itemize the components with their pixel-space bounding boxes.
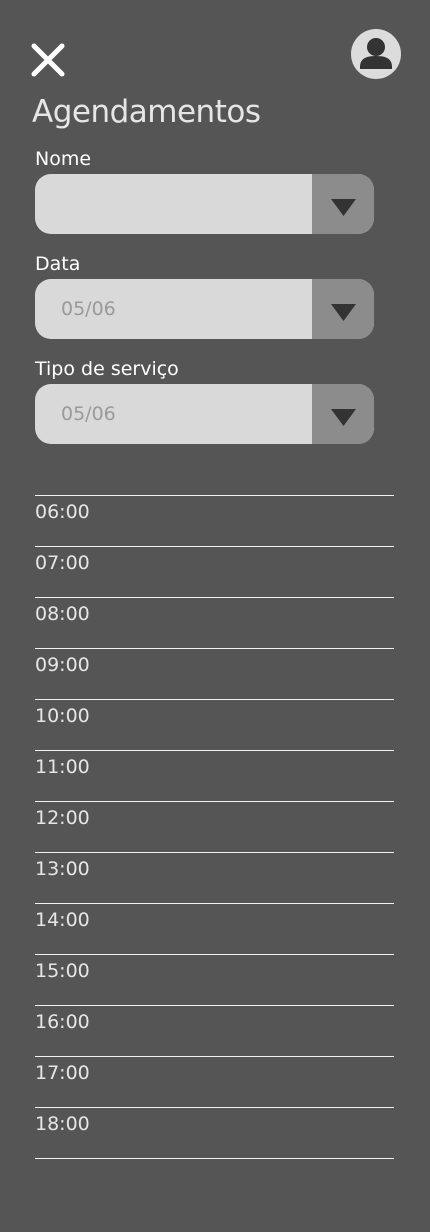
name-label: Nome [35, 148, 92, 170]
dropdown-arrow-icon [331, 409, 356, 426]
schedule-grid: 06:00 07:00 08:00 09:00 10:00 11:00 12:0… [35, 495, 394, 1159]
page-title: Agendamentos [32, 94, 261, 130]
time-label: 07:00 [35, 552, 90, 574]
time-label: 18:00 [35, 1113, 90, 1135]
time-label: 08:00 [35, 603, 90, 625]
time-label: 16:00 [35, 1011, 90, 1033]
time-slot[interactable]: 06:00 [35, 495, 394, 546]
time-slot[interactable]: 07:00 [35, 546, 394, 597]
time-slot[interactable]: 12:00 [35, 801, 394, 852]
date-label: Data [35, 253, 81, 275]
time-slot[interactable]: 14:00 [35, 903, 394, 954]
time-slot[interactable]: 09:00 [35, 648, 394, 699]
dropdown-arrow-icon [331, 199, 356, 216]
service-type-select[interactable]: 05/06 [35, 384, 374, 444]
time-label: 15:00 [35, 960, 90, 982]
time-label: 09:00 [35, 654, 90, 676]
time-slot[interactable]: 16:00 [35, 1005, 394, 1056]
avatar-button[interactable] [351, 29, 401, 79]
date-select[interactable]: 05/06 [35, 279, 374, 339]
time-label: 17:00 [35, 1062, 90, 1084]
date-dropdown-button[interactable] [312, 279, 374, 339]
name-select[interactable] [35, 174, 374, 234]
time-slot[interactable]: 17:00 [35, 1056, 394, 1107]
time-label: 13:00 [35, 858, 90, 880]
service-type-label: Tipo de serviço [35, 358, 179, 380]
time-slot[interactable]: 10:00 [35, 699, 394, 750]
time-slot[interactable]: 13:00 [35, 852, 394, 903]
time-label: 14:00 [35, 909, 90, 931]
time-slot[interactable]: 11:00 [35, 750, 394, 801]
user-icon [360, 38, 392, 69]
name-dropdown-button[interactable] [312, 174, 374, 234]
time-label: 11:00 [35, 756, 90, 778]
service-type-dropdown-button[interactable] [312, 384, 374, 444]
close-button[interactable] [28, 42, 68, 78]
time-label: 10:00 [35, 705, 90, 727]
service-type-select-value: 05/06 [61, 403, 116, 425]
time-slot[interactable]: 08:00 [35, 597, 394, 648]
time-label: 12:00 [35, 807, 90, 829]
close-icon [31, 43, 65, 77]
time-slot[interactable]: 18:00 [35, 1107, 394, 1159]
date-select-value: 05/06 [61, 298, 116, 320]
time-label: 06:00 [35, 501, 90, 523]
time-slot[interactable]: 15:00 [35, 954, 394, 1005]
dropdown-arrow-icon [331, 304, 356, 321]
